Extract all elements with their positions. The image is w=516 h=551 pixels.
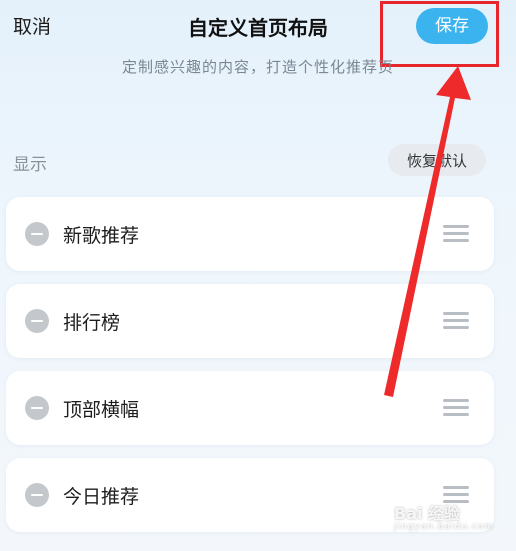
drag-handle-icon[interactable] bbox=[443, 397, 469, 417]
list-item: 顶部横幅 bbox=[6, 371, 494, 445]
restore-default-button[interactable]: 恢复默认 bbox=[388, 144, 486, 176]
page-subtitle: 定制感兴趣的内容，打造个性化推荐页 bbox=[121, 58, 394, 76]
remove-icon[interactable] bbox=[25, 222, 49, 246]
list-item: 排行榜 bbox=[6, 284, 494, 358]
remove-icon[interactable] bbox=[25, 483, 49, 507]
section-label-shown: 显示 bbox=[13, 155, 47, 175]
remove-icon[interactable] bbox=[25, 309, 49, 333]
list-item-label: 今日推荐 bbox=[63, 486, 140, 508]
watermark-subtext: jingyan.baidu.com bbox=[394, 522, 495, 532]
watermark-text: Bai 经验 bbox=[394, 504, 461, 523]
remove-icon[interactable] bbox=[25, 396, 49, 420]
list-item-label: 排行榜 bbox=[63, 312, 121, 334]
list-item: 新歌推荐 bbox=[6, 197, 494, 271]
list-item-label: 新歌推荐 bbox=[63, 225, 140, 247]
list-item-label: 顶部横幅 bbox=[63, 399, 140, 421]
drag-handle-icon[interactable] bbox=[443, 310, 469, 330]
baidu-watermark: Bai 经验 jingyan.baidu.com bbox=[394, 500, 504, 534]
drag-handle-icon[interactable] bbox=[443, 223, 469, 243]
